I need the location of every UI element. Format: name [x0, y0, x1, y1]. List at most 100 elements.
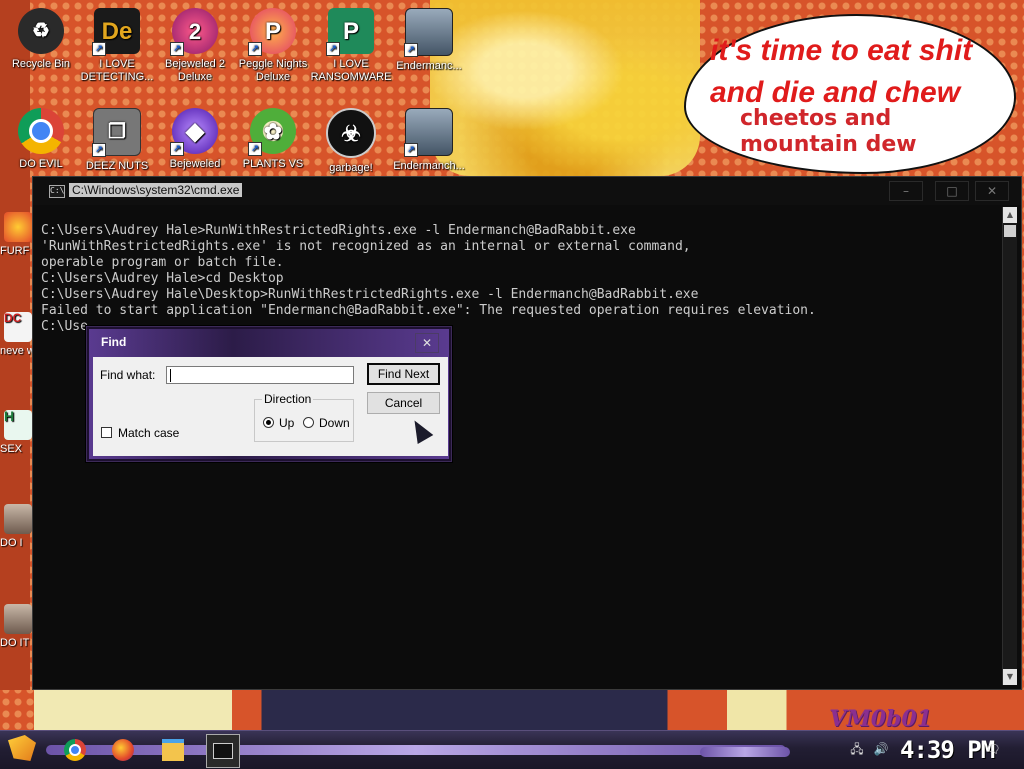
desktop-icon-label: Endermanc... [396, 60, 462, 72]
wallpaper-flame-art [430, 0, 700, 176]
close-icon: ✕ [421, 336, 433, 350]
desktop-icon-garbage[interactable]: ☣ garbage! [310, 108, 392, 175]
start-button[interactable] [8, 735, 38, 765]
scroll-down-icon[interactable]: ▼ [1003, 669, 1017, 685]
taskbar-decor-stripe [46, 745, 786, 755]
cmd-line: 'RunWithRestrictedRights.exe' is not rec… [41, 239, 691, 254]
direction-up-radio[interactable] [263, 417, 274, 428]
plants-icon: ✿ ↗ [248, 108, 296, 156]
desktop-icon-deez-nuts[interactable]: ❐ ↗ DEEZ NUTS [76, 108, 158, 173]
cmd-icon: C:\ [49, 185, 65, 198]
app-window-icon: ↗ [404, 8, 453, 57]
cmd-icon [213, 743, 233, 759]
cmd-scrollbar[interactable]: ▲ ▼ [1002, 207, 1017, 685]
portrait-icon [4, 604, 32, 634]
cmd-titlebar[interactable]: C:\ C:\Windows\system32\cmd.exe – □ ✕ [33, 177, 1021, 205]
desktop-icon-never-partial[interactable]: DC neve why [0, 312, 32, 358]
find-dialog-title: Find [101, 335, 127, 349]
find-dialog[interactable]: Find ✕ Find what: Find Next Cancel Match… [86, 326, 452, 462]
direction-down-radio[interactable] [303, 417, 314, 428]
desktop-icon-ransomware[interactable]: P ↗ I LOVE RANSOMWARE [310, 8, 392, 84]
notifications-icon[interactable]: 🗨 [984, 740, 1002, 758]
taskbar-chrome[interactable] [62, 737, 88, 763]
match-case-checkbox[interactable] [101, 427, 112, 438]
taskbar-clock[interactable]: 4:39 PM [900, 736, 995, 764]
taskbar-firefox[interactable] [110, 737, 136, 763]
peggle-icon: P ↗ [248, 8, 296, 56]
desktop-icon-label: DO IT [0, 637, 30, 649]
bubble-text-line-3: cheetos and [740, 106, 892, 131]
desktop-icon-label: PLANTS VS [242, 158, 304, 170]
chrome-icon [64, 739, 86, 761]
desktop-icon-sex-partial[interactable]: H SEX [0, 410, 32, 456]
desktop-icon-label: I LOVE RANSOMWARE [310, 58, 392, 83]
desktop-icon-firefox-partial[interactable]: FURF [0, 212, 32, 258]
find-dialog-body: Find what: Find Next Cancel Match case D… [93, 357, 448, 456]
app-window-icon: ↗ [404, 108, 453, 157]
taskbar-decor-stripe-2 [700, 747, 790, 757]
desktop-icon-label: Bejeweled [169, 158, 221, 170]
desktop-icon-do-evil[interactable]: DO EVIL [0, 108, 82, 171]
desktop-icon-label: Endermanch... [393, 160, 465, 172]
desktop-icon-label: Bejeweled 2 Deluxe [165, 58, 225, 83]
file-explorer-icon [162, 739, 184, 761]
desktop-icon-plants-vs[interactable]: ✿ ↗ PLANTS VS [232, 108, 314, 171]
direction-down-label: Down [319, 416, 350, 430]
desktop-icon-detecting[interactable]: De ↗ I LOVE DETECTING... [76, 8, 158, 84]
bejeweled-2-icon: 2 ↗ [170, 8, 218, 56]
match-case-label: Match case [118, 426, 180, 440]
desktop-icon-do-it-partial[interactable]: DO IT [0, 604, 32, 650]
close-button[interactable]: ✕ [975, 181, 1009, 201]
cmd-line: operable program or batch file. [41, 255, 284, 270]
hx-icon: H [4, 410, 32, 440]
desktop-icon-label: I LOVE DETECTING... [80, 58, 154, 83]
firefox-icon [4, 212, 32, 242]
network-icon[interactable]: 🖧 [848, 740, 866, 758]
cmd-window-title: C:\Windows\system32\cmd.exe [69, 183, 243, 197]
desktop-icon-label: Recycle Bin [11, 58, 71, 70]
desktop-icon-endermanch-1[interactable]: ↗ Endermanc... [388, 8, 470, 73]
find-what-label: Find what: [100, 368, 156, 382]
garbage-icon: ☣ [326, 108, 376, 158]
wallpaper-speech-bubble: it's time to eat shit and die and chew c… [684, 14, 1016, 174]
taskbar-file-explorer[interactable] [160, 737, 186, 763]
desktop-icon-peggle[interactable]: P ↗ Peggle Nights Deluxe [232, 8, 314, 84]
mouse-cursor-icon [406, 415, 434, 445]
desktop-icon-label: FURF [0, 245, 30, 257]
minimize-button[interactable]: – [889, 181, 923, 201]
cmd-line: C:\Users\Audrey Hale>RunWithRestrictedRi… [41, 223, 636, 238]
taskbar: 🖧 🔊 4:39 PM 🗨 [0, 730, 1024, 769]
taskbar-cmd[interactable] [206, 734, 240, 768]
maximize-button[interactable]: □ [935, 181, 969, 201]
volume-icon[interactable]: 🔊 [872, 740, 890, 758]
chrome-icon [18, 108, 64, 154]
desktop-icon-endermanch-2[interactable]: ↗ Endermanch... [388, 108, 470, 173]
desktop-icon-label: Peggle Nights Deluxe [238, 58, 308, 83]
bubble-text-line-1: it's time to eat shit [710, 34, 973, 67]
cancel-button[interactable]: Cancel [367, 392, 440, 414]
copy-icon: ❐ ↗ [92, 108, 141, 157]
desktop-icon-bejeweled-2[interactable]: 2 ↗ Bejeweled 2 Deluxe [154, 8, 236, 84]
desktop-icon-do-i-partial[interactable]: DO I [0, 504, 32, 550]
detective-icon: De ↗ [92, 8, 140, 56]
find-close-button[interactable]: ✕ [415, 333, 439, 353]
text-caret [170, 369, 171, 382]
desktop-icon-bejeweled[interactable]: ◆ ↗ Bejeweled [154, 108, 236, 171]
text-icon: DC [4, 312, 32, 342]
cmd-line: C:\Users\Audrey Hale\Desktop>RunWithRest… [41, 287, 699, 302]
publisher-icon: P ↗ [326, 8, 374, 56]
bubble-text-line-2: and die and chew [710, 76, 961, 109]
desktop-icon-label: garbage! [329, 162, 373, 174]
desktop-icon-label: DO I [0, 537, 23, 549]
cmd-line: Failed to start application "Endermanch@… [41, 303, 816, 318]
desktop-icon-recycle-bin[interactable]: ♻ Recycle Bin [0, 8, 82, 71]
direction-label: Direction [262, 392, 314, 406]
bejeweled-icon: ◆ ↗ [170, 108, 218, 156]
wallpaper-watermark: VM0b01 [829, 706, 932, 732]
scroll-up-icon[interactable]: ▲ [1003, 207, 1017, 223]
portrait-icon [4, 504, 32, 534]
bubble-text-line-4: mountain dew [740, 132, 917, 157]
scroll-thumb[interactable] [1004, 225, 1016, 237]
find-what-input[interactable] [166, 366, 354, 384]
find-next-button[interactable]: Find Next [367, 363, 440, 385]
